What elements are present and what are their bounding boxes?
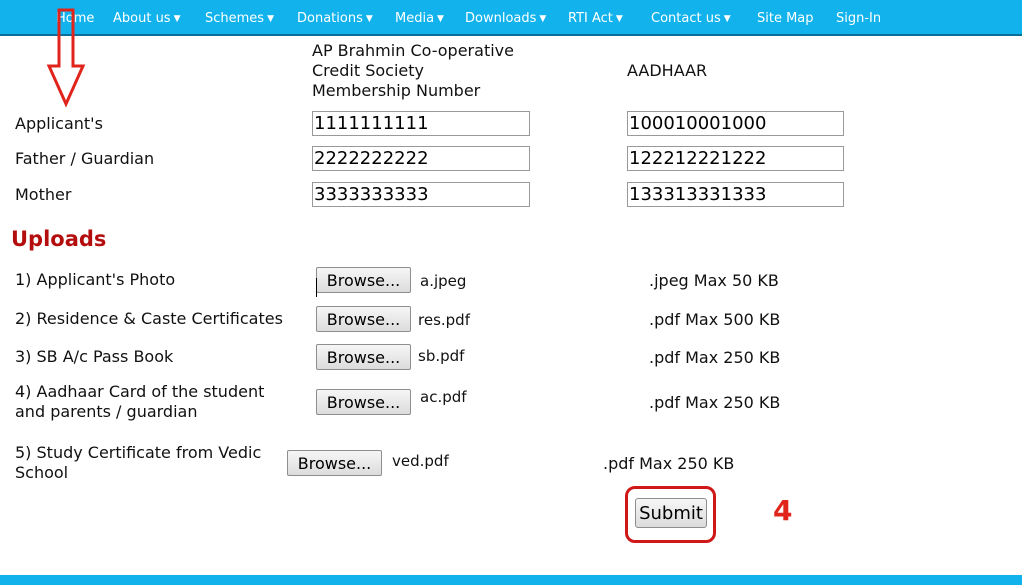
aadhaar-limit: .pdf Max 250 KB [649,393,781,412]
browse-aadhaar-button[interactable]: Browse... [316,389,411,415]
passbook-limit: .pdf Max 250 KB [649,348,781,367]
text-cursor [316,278,317,297]
residence-limit: .pdf Max 500 KB [649,310,781,329]
nav-about-us[interactable]: About us ▼ [113,11,181,27]
study-certificate-limit: .pdf Max 250 KB [603,454,735,473]
nav-schemes[interactable]: Schemes ▼ [205,11,274,27]
submit-button[interactable]: Submit [635,498,707,528]
mother-aadhaar-input[interactable] [627,182,844,207]
browse-passbook-button[interactable]: Browse... [316,344,411,370]
aadhaar-filename: ac.pdf [420,388,467,406]
father-membership-input[interactable] [312,146,530,171]
nav-donations[interactable]: Donations ▼ [297,11,373,27]
caret-down-icon: ▼ [173,14,181,24]
step-number-annotation: 4 [773,494,793,527]
study-certificate-filename: ved.pdf [392,452,449,470]
applicant-membership-input[interactable] [312,111,530,136]
caret-down-icon: ▼ [437,14,444,24]
nav-sign-in[interactable]: Sign-In [836,11,881,27]
caret-down-icon: ▼ [267,14,274,24]
upload-label-aadhaar: 4) Aadhaar Card of the student and paren… [15,382,265,421]
footer-bar [0,575,1022,585]
nav-contact-us[interactable]: Contact us ▼ [651,11,731,27]
nav-site-map[interactable]: Site Map [757,11,814,27]
mother-membership-input[interactable] [312,182,530,207]
photo-filename: a.jpeg [420,272,467,290]
caret-down-icon: ▼ [365,14,373,24]
caret-down-icon: ▼ [615,14,623,24]
aadhaar-column-header: AADHAAR [627,61,708,80]
applicant-label: Applicant's [15,114,103,133]
upload-label-passbook: 3) SB A/c Pass Book [15,347,174,366]
nav-media[interactable]: Media ▼ [395,11,444,27]
upload-label-residence: 2) Residence & Caste Certificates [15,309,283,328]
upload-label-photo: 1) Applicant's Photo [15,270,176,289]
browse-study-certificate-button[interactable]: Browse... [287,450,382,476]
photo-limit: .jpeg Max 50 KB [649,271,779,290]
membership-column-header: AP Brahmin Co-operative Credit Society M… [312,41,514,100]
nav-rti-act[interactable]: RTI Act ▼ [568,11,623,27]
residence-filename: res.pdf [418,311,470,329]
browse-photo-button[interactable]: Browse... [316,267,411,293]
nav-downloads[interactable]: Downloads ▼ [465,11,546,27]
father-guardian-label: Father / Guardian [15,149,155,168]
upload-label-study-certificate: 5) Study Certificate from Vedic School [15,443,262,482]
down-arrow-icon [46,8,86,108]
browse-residence-button[interactable]: Browse... [316,306,411,332]
passbook-filename: sb.pdf [418,347,465,365]
uploads-heading: Uploads [11,227,107,251]
father-aadhaar-input[interactable] [627,146,844,171]
top-nav-bar: Home About us ▼ Schemes ▼ Donations ▼ Media… [0,0,1022,36]
caret-down-icon: ▼ [539,14,547,24]
applicant-aadhaar-input[interactable] [627,111,844,136]
mother-label: Mother [15,185,72,204]
caret-down-icon: ▼ [723,14,731,24]
